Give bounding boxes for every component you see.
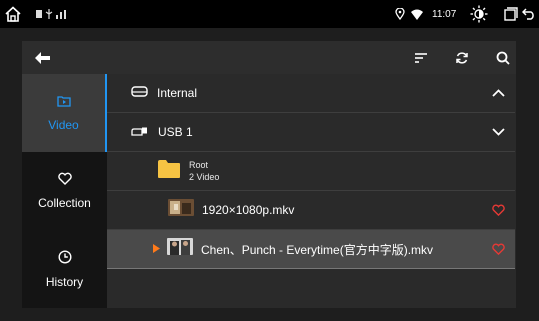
folder-name: Root <box>189 160 209 170</box>
sidebar-item-label: Video <box>48 118 79 132</box>
playing-indicator-icon <box>153 240 160 258</box>
video-folder-icon <box>56 94 71 112</box>
sidebar: Video Collection History <box>22 74 107 308</box>
folder-count: 2 Video <box>189 172 220 182</box>
search-icon[interactable] <box>488 41 518 74</box>
signal-icon <box>56 0 66 28</box>
back-icon[interactable] <box>522 0 536 28</box>
toolbar <box>22 41 516 74</box>
status-time: 11:07 <box>432 8 457 20</box>
sidebar-item-collection[interactable]: Collection <box>22 152 107 230</box>
usb-drive-icon <box>131 123 149 141</box>
location-icon <box>395 0 405 28</box>
wifi-icon <box>411 0 423 28</box>
status-bar: 11:07 <box>0 0 539 28</box>
storage-label: USB 1 <box>158 125 193 139</box>
folder-row[interactable]: Root 2 Video <box>107 152 515 191</box>
file-row-playing[interactable]: Chen、Punch - Everytime(官方中字版).mkv <box>107 230 515 269</box>
storage-internal-row[interactable]: Internal <box>107 74 515 113</box>
hard-drive-icon <box>131 84 148 102</box>
heart-outline-icon[interactable] <box>492 230 505 268</box>
file-browser-panel: Video Collection History Internal USB 1 … <box>22 41 516 308</box>
sidebar-item-video[interactable]: Video <box>22 74 107 152</box>
heart-outline-icon[interactable] <box>492 191 505 229</box>
chevron-up-icon[interactable] <box>492 74 505 112</box>
storage-usb-row[interactable]: USB 1 <box>107 113 515 152</box>
file-list: Internal USB 1 Root 2 Video 1920×1080p.m… <box>107 74 516 308</box>
brightness-icon[interactable] <box>470 0 488 28</box>
folder-icon <box>157 159 181 184</box>
video-thumbnail <box>168 199 194 221</box>
window-icon[interactable] <box>504 0 518 28</box>
file-row[interactable]: 1920×1080p.mkv <box>107 191 515 230</box>
video-thumbnail <box>167 238 193 260</box>
sidebar-item-label: History <box>45 274 84 289</box>
file-name: 1920×1080p.mkv <box>202 203 295 217</box>
heart-icon <box>57 172 72 190</box>
sim-icon <box>36 0 42 28</box>
storage-label: Internal <box>157 86 198 100</box>
refresh-icon[interactable] <box>447 41 477 74</box>
usb-icon <box>45 0 53 28</box>
chevron-down-icon[interactable] <box>492 113 505 151</box>
home-icon[interactable] <box>4 0 22 28</box>
file-name: Chen、Punch - Everytime(官方中字版).mkv <box>201 242 434 257</box>
sort-icon[interactable] <box>406 41 436 74</box>
clock-icon <box>57 249 72 269</box>
sidebar-item-history[interactable]: History <box>22 230 107 308</box>
arrow-back-icon[interactable] <box>28 41 58 74</box>
sidebar-item-label: Collection <box>38 196 91 210</box>
